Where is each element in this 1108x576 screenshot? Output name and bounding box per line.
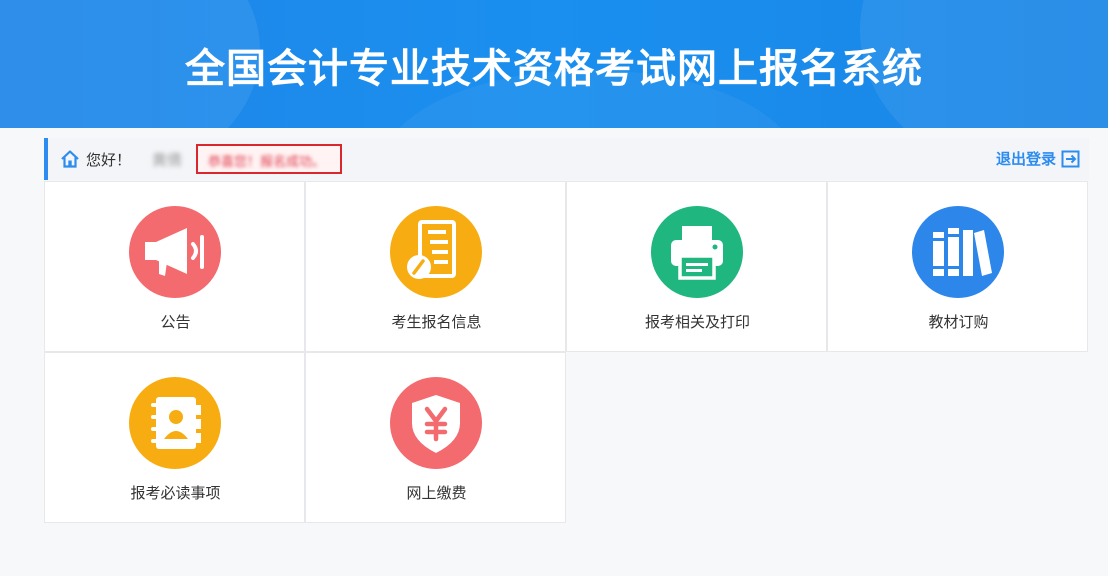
page-title: 全国会计专业技术资格考试网上报名系统 <box>185 46 923 92</box>
page-header: 全国会计专业技术资格考试网上报名系统 <box>0 0 1108 128</box>
logout-label: 退出登录 <box>995 150 1056 168</box>
contact-book-icon <box>151 397 201 449</box>
yuan-shield-icon <box>412 395 460 453</box>
tile-label: 教材订购 <box>928 313 989 331</box>
tile-must-read[interactable]: 报考必读事项 <box>44 352 305 523</box>
form-icon <box>407 220 456 279</box>
tile-label: 报考必读事项 <box>130 484 221 502</box>
tile-textbook-order[interactable]: 教材订购 <box>827 181 1088 352</box>
logout-button[interactable]: 退出登录 <box>996 148 1081 169</box>
tile-announcement[interactable]: 公告 <box>44 181 305 352</box>
printer-icon <box>671 226 723 280</box>
tile-icon-circle <box>390 206 482 298</box>
registration-success-message: 恭喜您！报名成功。 <box>208 155 326 170</box>
tile-candidate-info[interactable]: 考生报名信息 <box>305 181 566 352</box>
tile-label: 网上缴费 <box>406 484 467 502</box>
tile-icon-circle <box>912 206 1004 298</box>
tile-icon-circle <box>390 377 482 469</box>
tile-label: 报考相关及打印 <box>644 313 750 331</box>
home-icon[interactable] <box>60 149 80 169</box>
success-highlight-box: 恭喜您！报名成功。 <box>196 144 342 174</box>
username: 黄倩 <box>152 151 183 169</box>
tile-icon-circle <box>651 206 743 298</box>
greeting-text: 您好！ <box>86 151 132 169</box>
logout-icon <box>1061 150 1080 167</box>
tile-icon-circle <box>129 206 221 298</box>
tile-print[interactable]: 报考相关及打印 <box>566 181 827 352</box>
tile-icon-circle <box>129 377 221 469</box>
tile-online-payment[interactable]: 网上缴费 <box>305 352 566 523</box>
tile-label: 公告 <box>160 313 191 331</box>
books-icon <box>933 228 992 276</box>
tile-label: 考生报名信息 <box>391 313 482 331</box>
welcome-bar: 您好！ 黄倩 恭喜您！报名成功。 退出登录 <box>44 138 1089 180</box>
megaphone-icon <box>145 228 204 276</box>
